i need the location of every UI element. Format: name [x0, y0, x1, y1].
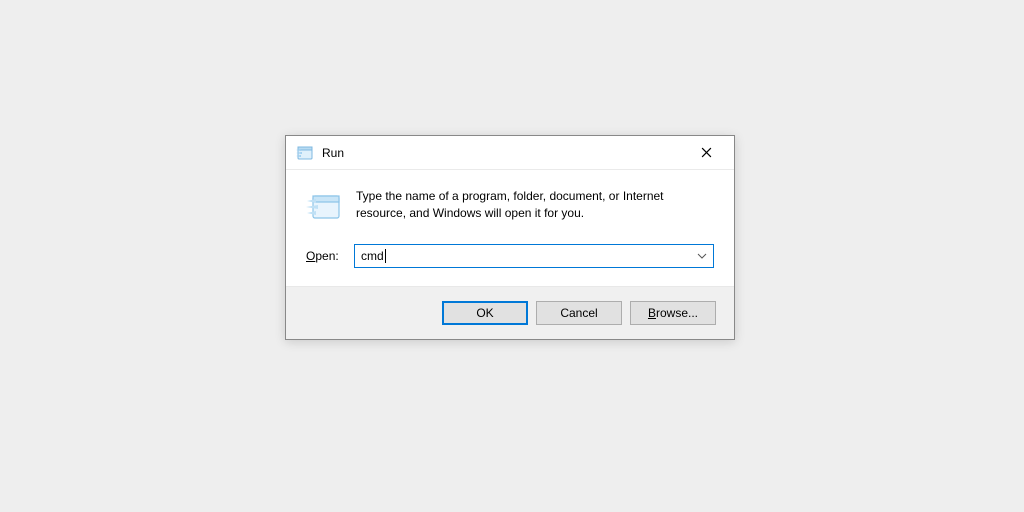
close-icon [701, 147, 712, 158]
description-text: Type the name of a program, folder, docu… [356, 188, 714, 223]
run-icon [296, 144, 314, 162]
open-input[interactable] [355, 245, 691, 267]
open-row: Open: [306, 244, 714, 268]
dialog-footer: OK Cancel Browse... [286, 286, 734, 339]
open-combobox[interactable] [354, 244, 714, 268]
combobox-dropdown-button[interactable] [691, 245, 713, 267]
text-caret [385, 249, 386, 263]
titlebar[interactable]: Run [286, 136, 734, 170]
chevron-down-icon [697, 253, 707, 259]
dialog-title: Run [322, 146, 686, 160]
run-large-icon [306, 190, 342, 226]
ok-button[interactable]: OK [442, 301, 528, 325]
description-row: Type the name of a program, folder, docu… [306, 188, 714, 226]
close-button[interactable] [686, 138, 726, 168]
browse-button[interactable]: Browse... [630, 301, 716, 325]
open-label: Open: [306, 249, 346, 263]
dialog-body: Type the name of a program, folder, docu… [286, 170, 734, 286]
cancel-button[interactable]: Cancel [536, 301, 622, 325]
run-dialog: Run Type the name of a program, folder, … [285, 135, 735, 340]
